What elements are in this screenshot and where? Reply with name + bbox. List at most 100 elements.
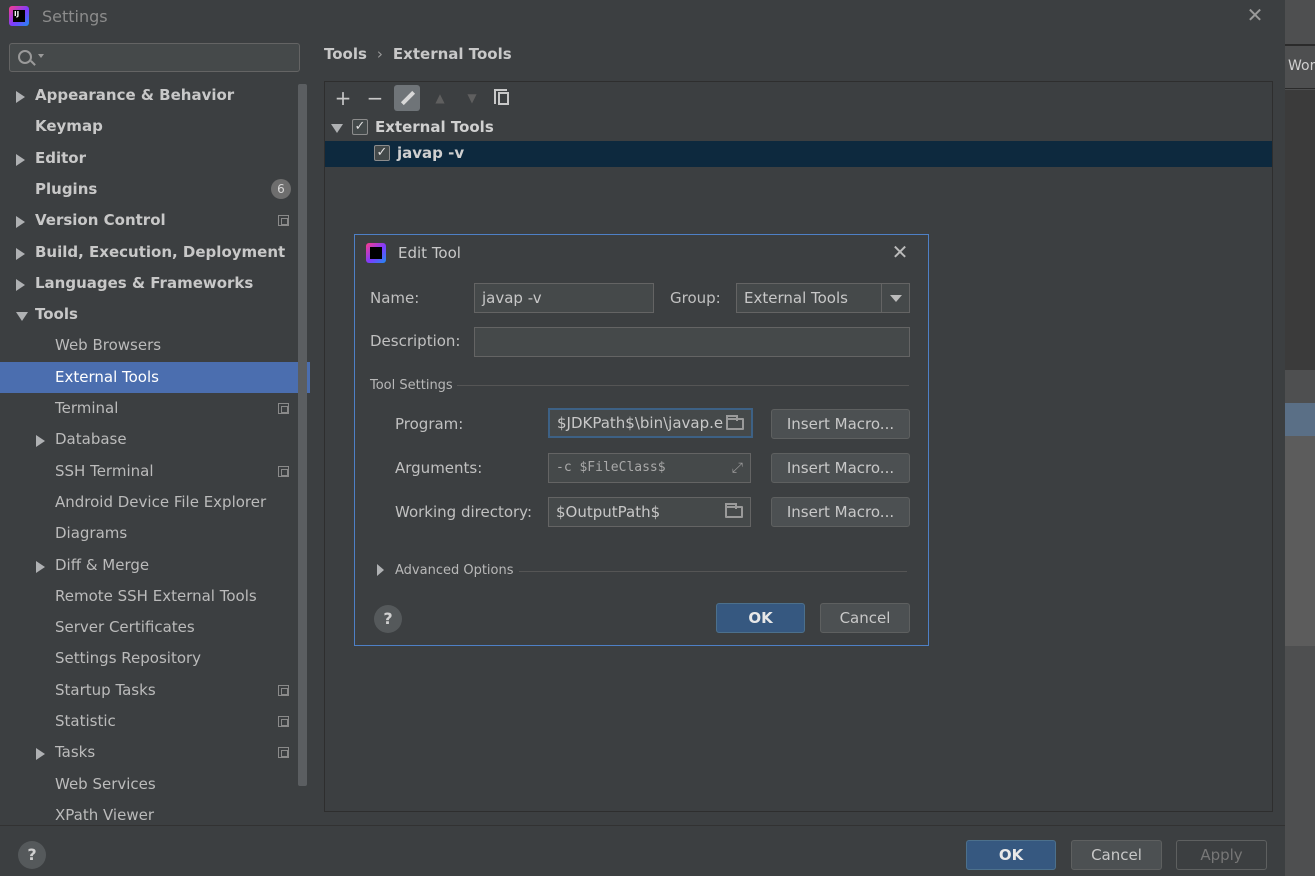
help-icon[interactable]: ? [18, 841, 46, 869]
sidebar-item-database[interactable]: Database [0, 424, 310, 455]
sidebar-item-diagrams[interactable]: Diagrams [0, 518, 310, 549]
sidebar-item-tasks[interactable]: Tasks [0, 737, 310, 768]
group-label: External Tools [375, 118, 494, 136]
sidebar-item-settings-repository[interactable]: Settings Repository [0, 643, 310, 674]
tree-row-group[interactable]: ✓ External Tools [325, 115, 1272, 141]
sidebar-item-label: Languages & Frameworks [35, 273, 254, 292]
group-combobox-value: External Tools [744, 289, 848, 307]
sidebar-item-statistic[interactable]: Statistic [0, 706, 310, 737]
project-level-icon [278, 684, 289, 696]
sidebar-item-label: Keymap [35, 117, 103, 136]
dialog-close-icon[interactable]: ✕ [889, 240, 911, 264]
sidebar-item-label: XPath Viewer [55, 805, 154, 824]
expand-icon[interactable]: ⤢ [732, 461, 743, 475]
arguments-value: -c $FileClass$ [556, 460, 666, 475]
background-app-text: Wor [1288, 58, 1315, 74]
dialog-cancel-button[interactable]: Cancel [820, 603, 910, 633]
plugins-update-badge: 6 [271, 178, 291, 199]
sidebar-item-label: SSH Terminal [55, 461, 154, 480]
folder-icon[interactable] [725, 503, 743, 518]
chevron-down-icon[interactable] [881, 284, 909, 312]
expand-arrow-icon[interactable] [16, 91, 25, 103]
name-label: Name: [370, 289, 420, 307]
pencil-icon [400, 90, 416, 106]
tool-checkbox[interactable]: ✓ [374, 145, 390, 161]
close-icon[interactable]: ✕ [1245, 4, 1265, 26]
tree-row-tool[interactable]: ✓ javap -v [325, 141, 1272, 167]
settings-cancel-button[interactable]: Cancel [1071, 840, 1162, 870]
settings-apply-button[interactable]: Apply [1176, 840, 1267, 870]
expand-arrow-icon[interactable] [16, 153, 25, 166]
sidebar-item-server-certificates[interactable]: Server Certificates [0, 612, 310, 643]
project-level-icon [278, 716, 289, 727]
sidebar-item-editor[interactable]: Editor [0, 143, 310, 174]
breadcrumb-parent[interactable]: Tools [324, 45, 367, 63]
sidebar-item-label: Tools [35, 305, 78, 324]
copy-tool-button[interactable] [491, 85, 517, 111]
collapse-arrow-icon[interactable] [16, 312, 28, 322]
sidebar-item-languages-frameworks[interactable]: Languages & Frameworks [0, 268, 310, 299]
sidebar-item-version-control[interactable]: Version Control [0, 205, 310, 236]
folder-icon[interactable] [726, 415, 744, 430]
sidebar-item-ssh-terminal[interactable]: SSH Terminal [0, 456, 310, 487]
working-directory-field[interactable]: $OutputPath$ [548, 497, 751, 527]
expand-arrow-icon[interactable] [16, 216, 25, 229]
sidebar-item-tools[interactable]: Tools [0, 299, 310, 330]
sidebar-item-diff-merge[interactable]: Diff & Merge [0, 550, 310, 581]
program-field[interactable]: $JDKPath$\bin\javap.e [548, 408, 753, 438]
expand-arrow-icon[interactable] [16, 278, 25, 291]
project-level-icon [278, 403, 289, 414]
arguments-field[interactable]: -c $FileClass$ ⤢ [548, 453, 751, 483]
advanced-expand-arrow-icon[interactable] [377, 564, 384, 576]
sidebar-item-label: Diff & Merge [55, 555, 150, 574]
copy-icon [494, 89, 509, 105]
sidebar-item-external-tools[interactable]: External Tools [0, 361, 310, 393]
settings-search-box[interactable] [9, 43, 300, 72]
expand-arrow-icon[interactable] [331, 124, 343, 133]
sidebar-item-plugins[interactable]: Plugins 6 [0, 174, 310, 205]
arguments-insert-macro-button[interactable]: Insert Macro... [771, 453, 910, 483]
add-tool-button[interactable]: + [330, 85, 356, 111]
expand-arrow-icon[interactable] [16, 247, 25, 260]
group-combobox[interactable]: External Tools [736, 283, 910, 313]
move-up-button[interactable]: ▲ [427, 85, 453, 111]
sidebar-item-label: Startup Tasks [55, 680, 156, 699]
advanced-options-toggle[interactable]: Advanced Options [395, 563, 514, 578]
remove-tool-button[interactable]: − [362, 85, 388, 111]
search-input[interactable] [46, 46, 286, 68]
settings-ok-button[interactable]: OK [966, 840, 1056, 870]
section-divider [457, 385, 909, 386]
program-insert-macro-button[interactable]: Insert Macro... [771, 409, 910, 439]
description-field[interactable] [474, 327, 910, 357]
sidebar-item-remote-ssh-external-tools[interactable]: Remote SSH External Tools [0, 581, 310, 612]
sidebar-item-xpath-viewer[interactable]: XPath Viewer [0, 800, 310, 825]
dialog-ok-button[interactable]: OK [716, 603, 805, 633]
sidebar-item-appearance-behavior[interactable]: Appearance & Behavior [0, 80, 310, 111]
group-checkbox[interactable]: ✓ [352, 119, 368, 135]
workdir-insert-macro-button[interactable]: Insert Macro... [771, 497, 910, 527]
sidebar-item-startup-tasks[interactable]: Startup Tasks [0, 675, 310, 706]
sidebar-item-keymap[interactable]: Keymap [0, 111, 310, 142]
edit-tool-dialog: Edit Tool ✕ Name: javap -v Group: Extern… [354, 234, 929, 646]
name-field[interactable]: javap -v [474, 283, 654, 313]
expand-arrow-icon[interactable] [36, 560, 45, 573]
move-down-button[interactable]: ▼ [459, 85, 485, 111]
sidebar-item-web-services[interactable]: Web Services [0, 769, 310, 800]
edit-tool-button[interactable] [394, 85, 420, 111]
help-icon[interactable]: ? [374, 605, 402, 633]
dialog-title: Edit Tool [398, 244, 461, 262]
sidebar-item-label: Web Browsers [55, 336, 162, 355]
sidebar-item-label: Terminal [55, 399, 119, 417]
sidebar-item-build-execution-deployment[interactable]: Build, Execution, Deployment [0, 237, 310, 268]
sidebar-item-android-device-file-explorer[interactable]: Android Device File Explorer [0, 487, 310, 518]
working-directory-label: Working directory: [395, 503, 533, 521]
sidebar-item-label: Android Device File Explorer [55, 492, 267, 511]
sidebar-item-web-browsers[interactable]: Web Browsers [0, 330, 310, 361]
expand-arrow-icon[interactable] [36, 748, 45, 761]
arguments-label: Arguments: [395, 459, 483, 477]
search-dropdown-caret-icon[interactable] [38, 54, 44, 58]
sidebar-item-label: Web Services [55, 774, 156, 793]
expand-arrow-icon[interactable] [36, 435, 45, 448]
sidebar-scrollbar[interactable] [298, 84, 307, 786]
sidebar-item-terminal[interactable]: Terminal [0, 393, 310, 424]
